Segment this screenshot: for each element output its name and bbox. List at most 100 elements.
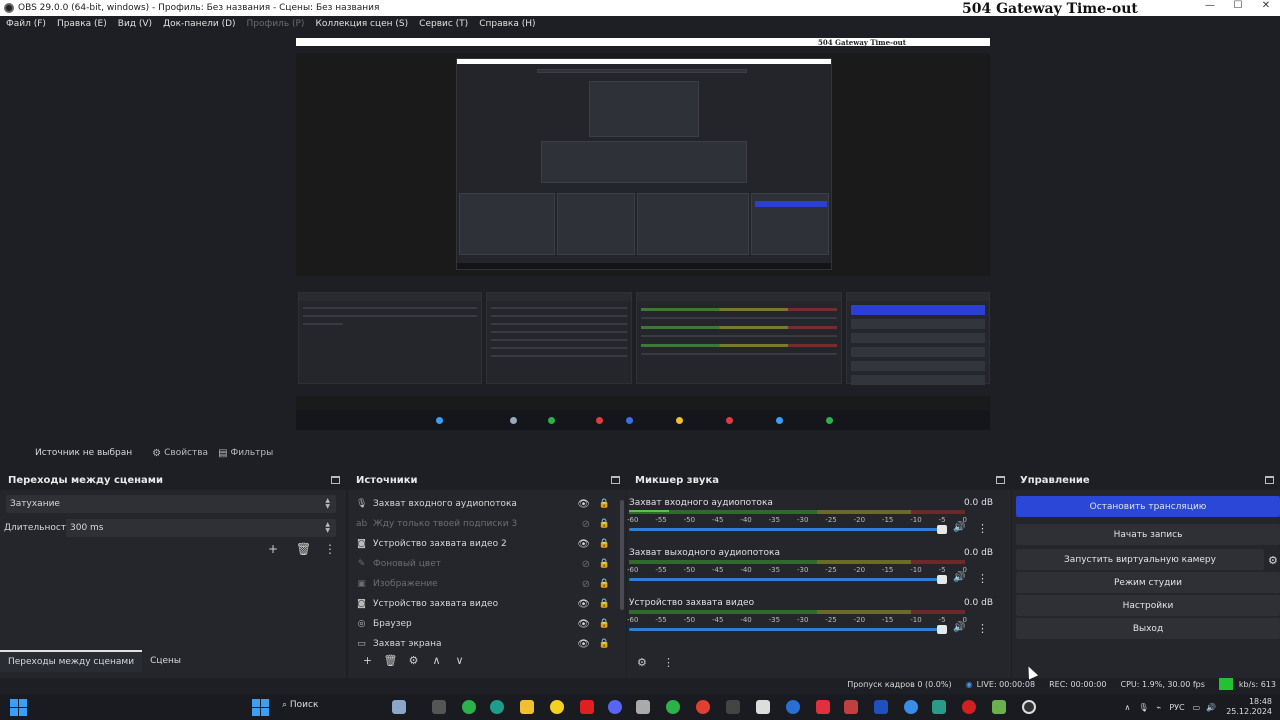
- filters-button[interactable]: ▤ Фильтры: [218, 448, 273, 459]
- volume-slider-handle[interactable]: [937, 525, 947, 534]
- minimize-button[interactable]: —: [1196, 0, 1224, 11]
- menu-scene-collection[interactable]: Коллекция сцен (S): [315, 19, 408, 29]
- speaker-icon[interactable]: 🔊: [953, 622, 965, 633]
- red-app-icon[interactable]: [816, 700, 830, 714]
- lock-icon[interactable]: 🔒: [599, 619, 610, 629]
- windows-start-icon[interactable]: [10, 699, 27, 716]
- more-options-icon[interactable]: ⋮: [977, 622, 988, 635]
- volume-slider[interactable]: [629, 578, 945, 581]
- source-item[interactable]: ◙ Устройство захвата видео 2 👁 🔒: [356, 534, 614, 554]
- source-item[interactable]: ab Жду только твоей подписки 3 ⊘ 🔒: [356, 514, 614, 534]
- lock-icon[interactable]: 🔒: [599, 519, 610, 529]
- volume-slider-handle[interactable]: [937, 575, 947, 584]
- eye-icon[interactable]: 👁: [577, 619, 590, 630]
- blue-circle-icon[interactable]: [786, 700, 800, 714]
- speaker-icon[interactable]: 🔊: [953, 522, 965, 533]
- tab-transitions[interactable]: Переходы между сценами: [0, 650, 143, 672]
- taskbar-app-icon[interactable]: [392, 700, 406, 714]
- whatsapp-icon[interactable]: [462, 700, 476, 714]
- lock-icon[interactable]: 🔒: [599, 499, 610, 509]
- menu-help[interactable]: Справка (H): [479, 19, 535, 29]
- move-down-icon[interactable]: ∨: [448, 654, 471, 667]
- source-item[interactable]: ◙ Устройство захвата видео 👁 🔒: [356, 594, 614, 614]
- virtual-camera-button[interactable]: Запустить виртуальную камеру: [1016, 549, 1264, 570]
- more-options-icon[interactable]: ⋮: [324, 542, 336, 556]
- menu-edit[interactable]: Правка (E): [57, 19, 107, 29]
- transition-select[interactable]: Затухание ▲ ▼: [6, 495, 336, 513]
- sources-scrollbar[interactable]: [620, 500, 624, 610]
- start-record-button[interactable]: Начать запись: [1016, 524, 1280, 545]
- teal-app-icon[interactable]: [932, 700, 946, 714]
- eye-slash-icon[interactable]: ⊘: [582, 519, 590, 530]
- more-options-icon[interactable]: ⋮: [663, 656, 689, 669]
- more-options-icon[interactable]: ⋮: [977, 522, 988, 535]
- add-transition-button[interactable]: +: [268, 542, 278, 556]
- eye-icon[interactable]: 👁: [577, 599, 590, 610]
- folder-icon[interactable]: [520, 700, 534, 714]
- lock-icon[interactable]: 🔒: [599, 579, 610, 589]
- lock-icon[interactable]: 🔒: [599, 559, 610, 569]
- r-app-icon[interactable]: [756, 700, 770, 714]
- monitor-icon[interactable]: ▭: [1193, 703, 1201, 712]
- source-item[interactable]: ▣ Изображение ⊘ 🔒: [356, 574, 614, 594]
- maximize-button[interactable]: ☐: [1224, 0, 1252, 11]
- eye-slash-icon[interactable]: ⊘: [582, 579, 590, 590]
- gear-icon[interactable]: ⚙: [1268, 554, 1278, 567]
- edge-icon[interactable]: [490, 700, 504, 714]
- discord-icon[interactable]: [608, 700, 622, 714]
- telegram-icon[interactable]: [904, 700, 918, 714]
- taskbar-search[interactable]: ⌕ Поиск: [282, 700, 318, 710]
- opera-icon[interactable]: [962, 700, 976, 714]
- speaker-icon[interactable]: 🔊: [953, 572, 965, 583]
- grid-app-icon[interactable]: [844, 700, 858, 714]
- eye-icon[interactable]: 👁: [577, 539, 590, 550]
- gear-icon[interactable]: ⚙: [402, 654, 425, 667]
- cube-icon[interactable]: [636, 700, 650, 714]
- source-item[interactable]: 🎙 Захват входного аудиопотока 👁 🔒: [356, 494, 614, 514]
- menu-view[interactable]: Вид (V): [118, 19, 152, 29]
- microphone-icon[interactable]: 🎙: [1138, 703, 1148, 712]
- eye-slash-icon[interactable]: ⊘: [582, 559, 590, 570]
- lock-icon[interactable]: 🔒: [599, 539, 610, 549]
- studio-mode-button[interactable]: Режим студии: [1016, 572, 1280, 593]
- duration-input[interactable]: 300 ms ▲ ▼: [66, 519, 336, 537]
- task-view-icon[interactable]: [432, 700, 446, 714]
- clock[interactable]: 18:48 25.12.2024: [1226, 697, 1272, 717]
- menu-file[interactable]: Файл (F): [6, 19, 46, 29]
- tab-scenes[interactable]: Сцены: [142, 650, 189, 672]
- preview-canvas[interactable]: 504 Gateway Time-out: [296, 38, 990, 430]
- yandex-icon[interactable]: [550, 700, 564, 714]
- settings-button[interactable]: Настройки: [1016, 595, 1280, 616]
- close-button[interactable]: ✕: [1252, 0, 1280, 11]
- volume-slider-handle[interactable]: [937, 625, 947, 634]
- lock-icon[interactable]: 🔒: [599, 639, 610, 649]
- folder-blue-icon[interactable]: [874, 700, 888, 714]
- menu-tools[interactable]: Сервис (T): [419, 19, 468, 29]
- source-item[interactable]: ▭ Захват экрана 👁 🔒: [356, 634, 614, 654]
- properties-button[interactable]: ⚙ Свойства: [152, 448, 208, 459]
- menu-docks[interactable]: Док-панели (D): [163, 19, 235, 29]
- youtube-icon[interactable]: [580, 700, 594, 714]
- trash-icon[interactable]: 🗑: [296, 542, 311, 556]
- exit-button[interactable]: Выход: [1016, 618, 1280, 639]
- move-up-icon[interactable]: ∧: [425, 654, 448, 667]
- chrome-icon[interactable]: [696, 700, 710, 714]
- obs-taskbar-icon[interactable]: [1022, 700, 1036, 714]
- popout-icon[interactable]: [331, 476, 340, 484]
- popout-icon[interactable]: [996, 476, 1005, 484]
- popout-icon[interactable]: [1265, 476, 1274, 484]
- volume-slider[interactable]: [629, 628, 945, 631]
- popout-icon[interactable]: [611, 476, 620, 484]
- windows-start-icon[interactable]: [252, 699, 269, 716]
- network-icon[interactable]: ⌁: [1157, 703, 1162, 712]
- source-item[interactable]: ✎ Фоновый цвет ⊘ 🔒: [356, 554, 614, 574]
- tray-chevron-icon[interactable]: ∧: [1125, 703, 1131, 712]
- minecraft-icon[interactable]: [992, 700, 1006, 714]
- green-app-icon[interactable]: [666, 700, 680, 714]
- advanced-audio-icon[interactable]: ⚙: [637, 656, 663, 669]
- volume-slider[interactable]: [629, 528, 945, 531]
- eye-icon[interactable]: 👁: [577, 499, 590, 510]
- lock-icon[interactable]: 🔒: [599, 599, 610, 609]
- more-options-icon[interactable]: ⋮: [977, 572, 988, 585]
- trash-icon[interactable]: 🗑: [379, 654, 402, 667]
